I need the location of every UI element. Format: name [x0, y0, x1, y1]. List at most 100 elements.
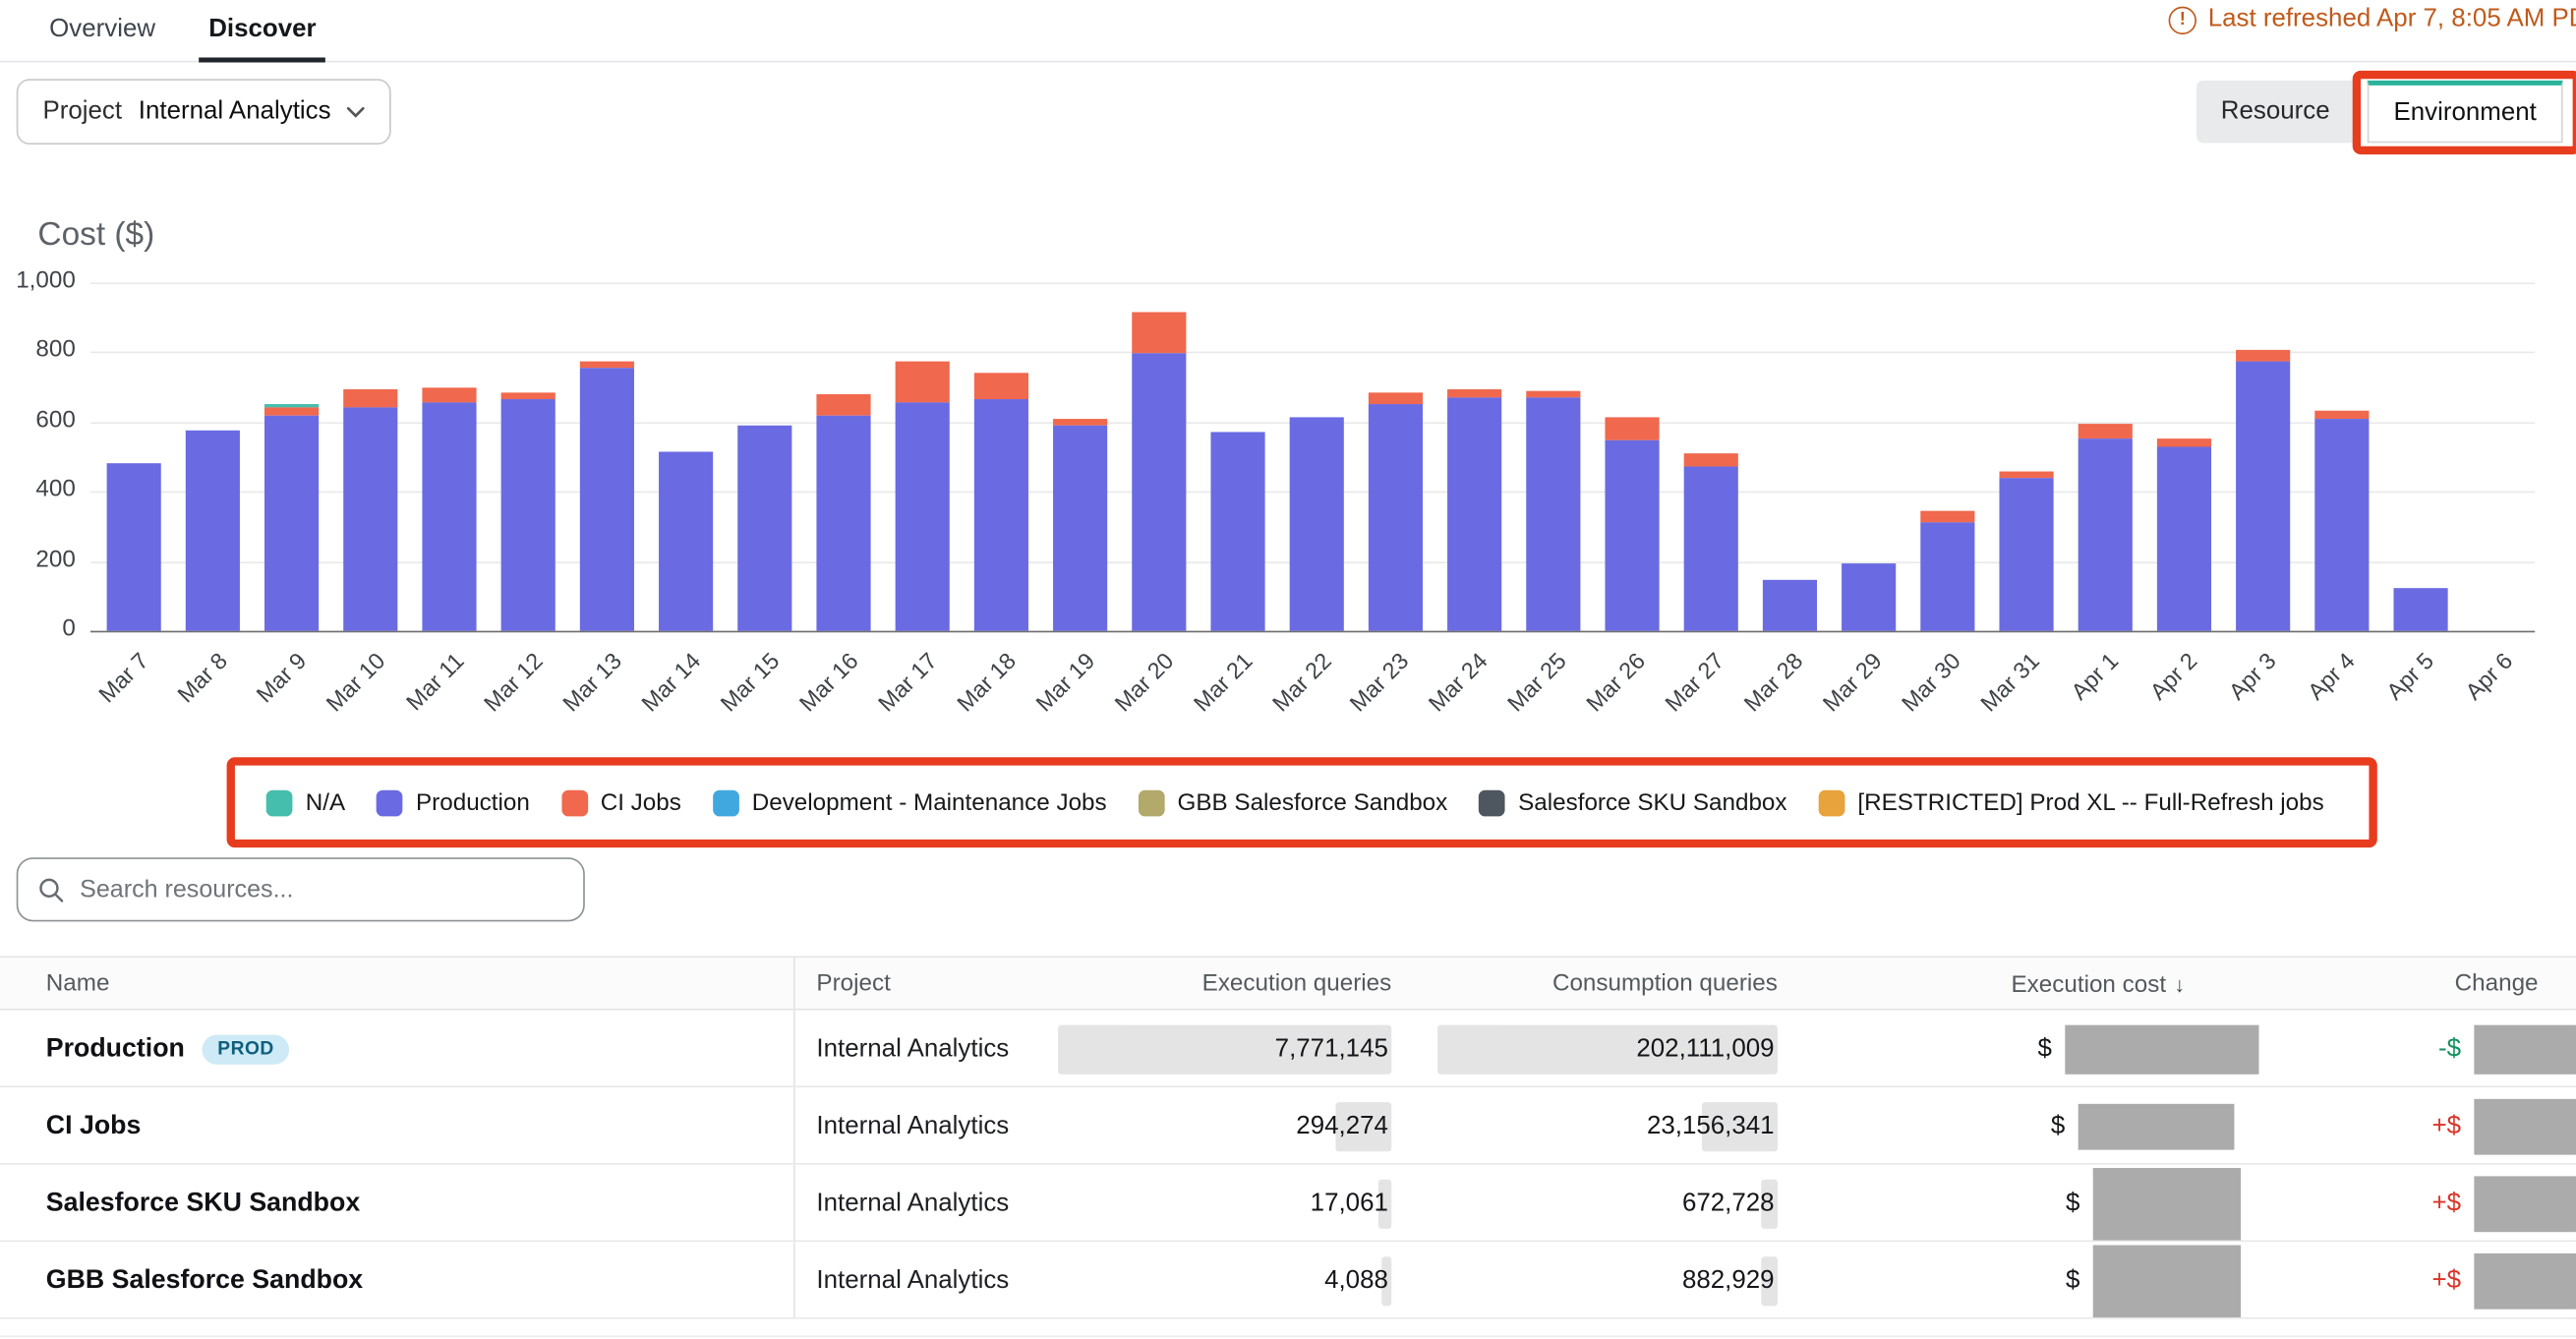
- bar-stack[interactable]: [1447, 388, 1501, 630]
- sort-desc-icon[interactable]: ↓: [2174, 972, 2185, 997]
- bar-segment: [1447, 388, 1501, 397]
- bar-stack[interactable]: [1053, 419, 1107, 631]
- bar-stack[interactable]: [2393, 587, 2447, 630]
- bar-segment: [2078, 439, 2132, 631]
- col-name[interactable]: Name: [46, 958, 110, 1012]
- bar-stack[interactable]: [659, 451, 713, 630]
- bar-segment: [738, 426, 792, 631]
- bar-segment: [1683, 467, 1737, 630]
- bar-segment: [2235, 350, 2289, 361]
- bar-segment: [1132, 313, 1186, 355]
- legend-item[interactable]: Development - Maintenance Jobs: [713, 789, 1107, 816]
- bar-stack[interactable]: [1683, 453, 1737, 631]
- bar-stack[interactable]: [817, 394, 871, 631]
- bar-segment: [2078, 424, 2132, 439]
- prod-badge: PROD: [203, 1034, 289, 1064]
- bar-stack[interactable]: [2314, 411, 2369, 630]
- bar-segment: [423, 387, 477, 403]
- col-change[interactable]: Change: [2455, 958, 2539, 1012]
- col-execution-cost[interactable]: Execution cost ↓: [2011, 958, 2185, 1014]
- legend-swatch: [377, 789, 403, 816]
- col-execution-queries[interactable]: Execution queries: [1202, 958, 1392, 1012]
- bar-stack[interactable]: [1132, 313, 1186, 631]
- bar-segment: [423, 403, 477, 631]
- legend-label: GBB Salesforce Sandbox: [1178, 789, 1448, 816]
- bar-stack[interactable]: [1920, 510, 1974, 630]
- col-project[interactable]: Project: [816, 958, 890, 1012]
- legend-item[interactable]: N/A: [266, 789, 345, 816]
- bar-stack[interactable]: [1526, 390, 1580, 630]
- project-selector[interactable]: Project Internal Analytics: [17, 79, 392, 145]
- dashboard-page: Overview Discover ! Last refreshed Apr 7…: [0, 0, 2576, 1339]
- change-prefix: +$: [2431, 1242, 2461, 1319]
- redacted-change: [2474, 1176, 2576, 1232]
- tab-bar: Overview Discover ! Last refreshed Apr 7…: [0, 0, 2576, 62]
- bar-stack[interactable]: [1999, 471, 2053, 631]
- bar-stack[interactable]: [1842, 563, 1896, 631]
- bar-stack[interactable]: [1369, 392, 1423, 631]
- x-axis-tick-label: Mar 31: [1975, 647, 2044, 716]
- bar-stack[interactable]: [501, 392, 556, 631]
- table-row[interactable]: Salesforce SKU SandboxInternal Analytics…: [0, 1165, 2576, 1243]
- legend-item[interactable]: CI Jobs: [561, 789, 681, 816]
- environment-button[interactable]: Environment: [2368, 81, 2563, 143]
- redacted-change: [2474, 1098, 2576, 1154]
- x-axis-tick-label: Mar 16: [793, 647, 862, 716]
- bar-segment: [580, 361, 634, 368]
- legend-swatch: [266, 789, 293, 816]
- bar-segment: [1999, 471, 2053, 478]
- resource-name: Salesforce SKU Sandbox: [46, 1189, 360, 1218]
- column-divider: [793, 958, 795, 1009]
- legend-item[interactable]: Production: [377, 789, 530, 816]
- col-consumption-queries[interactable]: Consumption queries: [1552, 958, 1778, 1012]
- bar-stack[interactable]: [1211, 433, 1265, 631]
- bar-segment: [1683, 453, 1737, 467]
- legend-item[interactable]: Salesforce SKU Sandbox: [1479, 789, 1787, 816]
- bar-stack[interactable]: [974, 374, 1028, 631]
- bar-segment: [1369, 392, 1423, 404]
- bar-segment: [1526, 390, 1580, 397]
- bar-segment: [2156, 446, 2210, 631]
- bar-stack[interactable]: [2235, 350, 2289, 630]
- bar-stack[interactable]: [107, 464, 161, 631]
- bar-stack[interactable]: [187, 431, 241, 631]
- x-axis-tick-label: Mar 27: [1660, 647, 1728, 716]
- tab-overview[interactable]: Overview: [39, 0, 165, 62]
- table-header: Name Project Execution queries Consumpti…: [0, 956, 2576, 1010]
- x-axis-tick-label: Mar 7: [93, 647, 153, 707]
- bar-stack[interactable]: [896, 361, 950, 631]
- y-axis-tick-label: 400: [0, 477, 76, 503]
- search-input[interactable]: [80, 876, 563, 903]
- bar-stack[interactable]: [2078, 424, 2132, 631]
- row-name-cell: Salesforce SKU Sandbox: [46, 1165, 360, 1243]
- bar-stack[interactable]: [423, 387, 477, 631]
- x-axis-tick-label: Mar 11: [400, 647, 468, 715]
- bar-stack[interactable]: [1290, 417, 1344, 631]
- bar-stack[interactable]: [265, 404, 320, 631]
- bar-stack[interactable]: [1605, 417, 1659, 631]
- bar-segment: [1605, 417, 1659, 441]
- bar-stack[interactable]: [1763, 580, 1817, 630]
- bar-segment: [265, 408, 320, 415]
- bar-stack[interactable]: [2156, 439, 2210, 631]
- x-axis-tick-label: Mar 28: [1739, 647, 1808, 716]
- tab-discover[interactable]: Discover: [199, 0, 325, 62]
- bar-stack[interactable]: [738, 426, 792, 631]
- table-row[interactable]: ProductionPRODInternal Analytics7,771,14…: [0, 1011, 2576, 1088]
- col-execution-cost-label: Execution cost: [2011, 972, 2166, 999]
- table-row[interactable]: CI JobsInternal Analytics294,27423,156,3…: [0, 1087, 2576, 1165]
- legend-swatch: [1818, 789, 1844, 816]
- execution-queries-value: 294,274: [1296, 1087, 1388, 1165]
- x-axis-tick-label: Mar 20: [1108, 647, 1177, 716]
- legend-item[interactable]: [RESTRICTED] Prod XL -- Full-Refresh job…: [1818, 789, 2323, 816]
- resource-button[interactable]: Resource: [2196, 81, 2354, 143]
- legend-item[interactable]: GBB Salesforce Sandbox: [1138, 789, 1447, 816]
- legend-label: N/A: [306, 789, 345, 816]
- bar-stack[interactable]: [580, 361, 634, 630]
- row-name-cell: CI Jobs: [46, 1087, 142, 1165]
- table-row[interactable]: GBB Salesforce SandboxInternal Analytics…: [0, 1242, 2576, 1319]
- x-axis-tick-label: Apr 5: [2381, 647, 2438, 704]
- bar-stack[interactable]: [344, 388, 398, 630]
- legend-label: [RESTRICTED] Prod XL -- Full-Refresh job…: [1857, 789, 2323, 816]
- bar-segment: [974, 374, 1028, 400]
